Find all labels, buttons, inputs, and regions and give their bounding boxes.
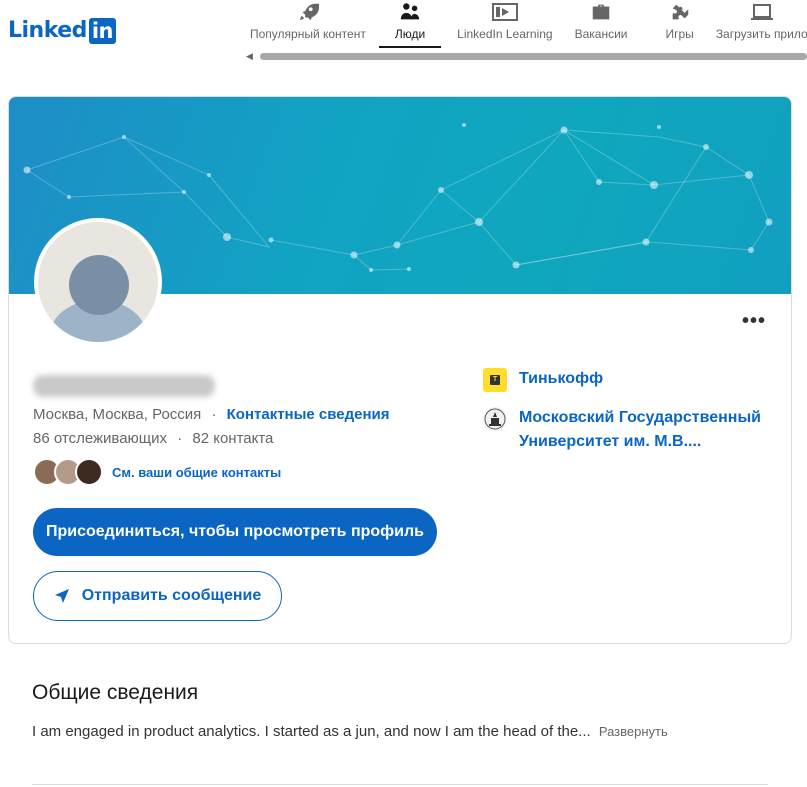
more-options-icon[interactable]: ••• — [742, 310, 766, 333]
puzzle-icon — [669, 1, 691, 23]
nav-item-jobs[interactable]: Вакансии — [565, 0, 640, 48]
separator-dot: · — [211, 406, 217, 423]
org-tinkoff[interactable]: T Тинькофф — [483, 367, 773, 392]
nav-item-games[interactable]: Игры — [640, 0, 716, 48]
connections-count: 82 контакта — [192, 430, 274, 447]
main-nav: Популярный контент Люди LinkedIn Learnin… — [244, 0, 807, 50]
tinkoff-logo-icon: T — [483, 368, 507, 392]
nav-label: Люди — [394, 27, 426, 41]
followers-count: 86 отслеживающих — [33, 430, 168, 447]
people-icon — [399, 1, 421, 23]
contact-info-link[interactable]: Контактные сведения — [227, 406, 390, 423]
nav-item-learning[interactable]: LinkedIn Learning — [441, 0, 564, 48]
mutual-connections-link[interactable]: См. ваши общие контакты — [112, 465, 281, 480]
mutual-avatars — [33, 458, 103, 486]
scroll-left-icon[interactable]: ◀ — [246, 51, 253, 61]
learning-icon — [491, 1, 518, 23]
about-text: I am engaged in product analytics. I sta… — [32, 723, 591, 740]
divider — [32, 784, 768, 785]
nav-item-people[interactable]: Люди — [378, 0, 442, 48]
avatar-placeholder-icon — [38, 222, 158, 342]
profile-card: ••• Москва, Москва, Россия · Контактные … — [8, 96, 792, 644]
org-msu[interactable]: Московский Государственный Университет и… — [483, 406, 773, 454]
nav-item-download-app[interactable]: Загрузить прило — [716, 0, 807, 48]
profile-name-blurred — [33, 375, 215, 397]
profile-location-line: Москва, Москва, Россия · Контактные свед… — [33, 406, 390, 423]
nav-label: Популярный контент — [250, 27, 366, 41]
profile-stats: 86 отслеживающих · 82 контакта — [33, 430, 273, 447]
join-to-view-profile-button[interactable]: Присоединиться, чтобы просмотреть профил… — [33, 508, 437, 556]
separator-dot: · — [177, 430, 183, 447]
top-bar: Linked in Популярный контент Люди LinkedI… — [0, 0, 807, 66]
nav-label: Вакансии — [574, 27, 628, 41]
avatar[interactable] — [34, 218, 162, 346]
org-name: Московский Государственный Университет и… — [519, 409, 761, 450]
nav-label: Игры — [665, 27, 694, 41]
logo-text: Linked — [8, 18, 87, 43]
nav-scrollbar[interactable]: ◀ — [246, 51, 807, 61]
profile-location: Москва, Москва, Россия — [33, 406, 202, 423]
laptop-icon — [750, 1, 774, 23]
briefcase-icon — [590, 1, 612, 23]
profile-organizations: T Тинькофф Московский Государственный Ун… — [483, 367, 773, 468]
nav-label: LinkedIn Learning — [457, 27, 553, 41]
msu-logo-icon — [483, 407, 507, 431]
avatar — [75, 458, 103, 486]
about-section-title: Общие сведения — [32, 681, 199, 704]
mutual-connections[interactable]: См. ваши общие контакты — [33, 458, 281, 486]
logo-in-box: in — [88, 17, 116, 44]
linkedin-logo[interactable]: Linked in — [8, 17, 116, 44]
rocket-icon — [297, 1, 319, 23]
nav-label: Загрузить прило — [715, 27, 807, 41]
send-message-label: Отправить сообщение — [81, 587, 262, 604]
nav-item-popular[interactable]: Популярный контент — [244, 0, 379, 48]
expand-link[interactable]: Развернуть — [599, 724, 668, 739]
send-message-button[interactable]: Отправить сообщение — [33, 571, 282, 621]
about-text-line: I am engaged in product analytics. I sta… — [32, 723, 668, 740]
org-name: Тинькофф — [519, 370, 604, 387]
scrollbar-thumb[interactable] — [260, 53, 807, 60]
send-icon — [54, 588, 70, 604]
